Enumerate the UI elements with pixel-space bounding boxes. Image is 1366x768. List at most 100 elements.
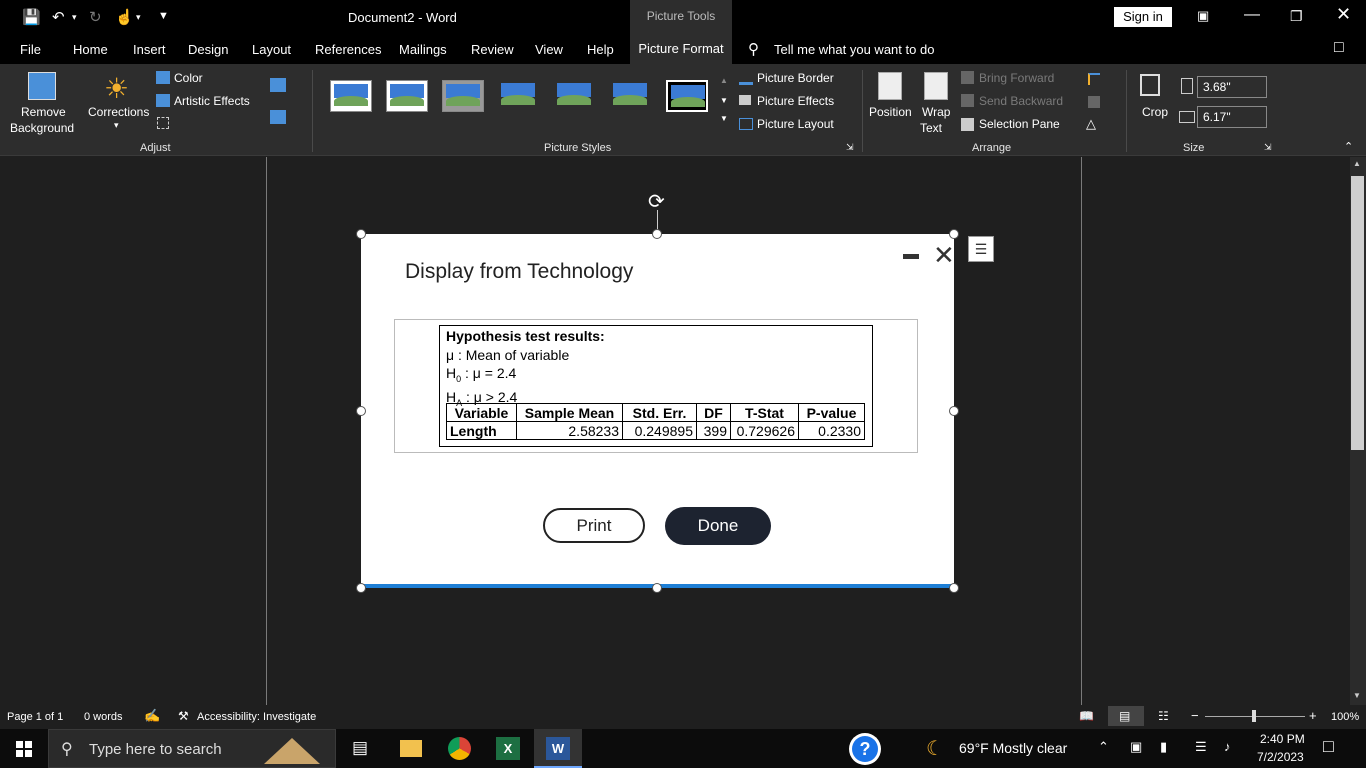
task-view-icon[interactable]: ▤ (352, 738, 368, 758)
customize-quick-access-icon[interactable]: ▼ (158, 10, 169, 22)
help-icon[interactable]: ? (852, 736, 878, 762)
remove-background-label-2: Background (10, 121, 75, 135)
selected-picture[interactable]: Display from Technology ✕ Hypothesis tes… (361, 234, 955, 588)
word-icon[interactable]: W (546, 737, 570, 760)
zoom-slider-thumb[interactable] (1252, 710, 1256, 722)
wrap-text-button[interactable]: Wrap (922, 105, 950, 119)
tab-review[interactable]: Review (471, 42, 514, 57)
resize-handle-top-left[interactable] (356, 229, 366, 239)
taskbar-search[interactable]: ⚲ Type here to search (48, 729, 336, 768)
restore-icon[interactable]: ❐ (1290, 8, 1303, 25)
tab-mailings[interactable]: Mailings (399, 42, 447, 57)
color-button[interactable]: Color (174, 71, 203, 85)
tab-layout[interactable]: Layout (252, 42, 291, 57)
excel-icon[interactable]: X (496, 737, 520, 760)
style-thumb-6[interactable] (610, 80, 652, 112)
show-hidden-icons-icon[interactable]: ⌃ (1098, 739, 1109, 755)
resize-handle-bottom-right[interactable] (949, 583, 959, 593)
selection-pane-button[interactable]: Selection Pane (979, 117, 1060, 131)
scrollbar-thumb[interactable] (1351, 176, 1364, 450)
tell-me-search[interactable]: Tell me what you want to do (774, 42, 934, 57)
file-explorer-icon[interactable] (400, 740, 422, 757)
crop-button[interactable]: Crop (1142, 105, 1168, 119)
pyramids-icon (264, 738, 320, 764)
undo-dropdown-icon[interactable]: ▾ (72, 12, 77, 23)
corrections-button[interactable]: Corrections (88, 105, 149, 119)
picture-effects-button[interactable]: Picture Effects (757, 94, 834, 108)
layout-options-icon[interactable]: ☰ (968, 236, 994, 262)
redo-icon: ↻ (89, 9, 102, 26)
proofing-icon[interactable]: ✍ (144, 708, 160, 724)
volume-icon[interactable]: ♪ (1224, 739, 1231, 754)
accessibility-status[interactable]: Accessibility: Investigate (197, 711, 316, 723)
resize-handle-right[interactable] (949, 406, 959, 416)
undo-icon[interactable]: ↶ (52, 8, 65, 26)
size-launcher-icon[interactable]: ⇲ (1264, 142, 1272, 153)
save-icon[interactable]: 💾 (22, 8, 41, 26)
style-thumb-5[interactable] (554, 80, 596, 112)
clock-date[interactable]: 7/2/2023 (1257, 750, 1304, 764)
weather-icon[interactable]: ☾ (926, 736, 944, 761)
notifications-icon[interactable]: □ (1323, 736, 1334, 757)
battery-icon[interactable]: ▮ (1160, 739, 1167, 755)
zoom-level[interactable]: 100% (1331, 711, 1359, 723)
tab-design[interactable]: Design (188, 42, 228, 57)
minimize-icon[interactable]: — (1244, 6, 1260, 24)
zoom-in-icon[interactable]: + (1309, 708, 1317, 723)
resize-handle-left[interactable] (356, 406, 366, 416)
rotate-icon[interactable]: △ (1086, 116, 1096, 132)
resize-handle-bottom-left[interactable] (356, 583, 366, 593)
picture-border-button[interactable]: Picture Border (757, 71, 834, 85)
chrome-icon[interactable] (448, 737, 471, 760)
meet-now-icon[interactable]: ▣ (1130, 739, 1142, 755)
tab-picture-format[interactable]: Picture Format (630, 34, 732, 64)
gallery-down-icon[interactable]: ▼ (720, 96, 728, 105)
align-icon[interactable] (1088, 73, 1100, 85)
sign-in-button[interactable]: Sign in (1114, 7, 1172, 27)
weather-text[interactable]: 69°F Mostly clear (959, 740, 1067, 756)
resize-handle-top[interactable] (652, 229, 662, 239)
gallery-more-icon[interactable]: ▼ (720, 114, 728, 123)
page-count[interactable]: Page 1 of 1 (7, 711, 63, 723)
height-field[interactable]: 3.68" (1197, 76, 1267, 98)
read-mode-icon[interactable]: 📖 (1079, 709, 1094, 723)
format-picture-launcher-icon[interactable]: ⇲ (846, 142, 854, 153)
tab-file[interactable]: File (20, 42, 41, 57)
tab-view[interactable]: View (535, 42, 563, 57)
position-button[interactable]: Position (869, 105, 912, 119)
tab-help[interactable]: Help (587, 42, 614, 57)
corrections-dropdown-icon[interactable]: ▾ (114, 120, 119, 131)
change-picture-icon[interactable] (270, 110, 286, 124)
scroll-up-icon[interactable]: ▲ (1353, 159, 1361, 168)
tab-home[interactable]: Home (73, 42, 108, 57)
style-thumb-3[interactable] (442, 80, 484, 112)
scroll-down-icon[interactable]: ▼ (1353, 691, 1361, 700)
style-thumb-2[interactable] (386, 80, 428, 112)
style-thumb-4[interactable] (498, 80, 540, 112)
tab-insert[interactable]: Insert (133, 42, 166, 57)
word-count[interactable]: 0 words (84, 711, 123, 723)
touch-dropdown-icon[interactable]: ▾ (136, 12, 141, 23)
comments-icon[interactable]: □ (1334, 39, 1344, 57)
style-thumb-7[interactable] (666, 80, 708, 112)
ribbon-display-options-icon[interactable]: ▣ (1197, 8, 1209, 24)
artistic-effects-button[interactable]: Artistic Effects (174, 94, 250, 108)
width-field[interactable]: 6.17" (1197, 106, 1267, 128)
compress-pictures-icon[interactable] (270, 78, 286, 92)
web-layout-icon[interactable]: ☷ (1158, 709, 1169, 723)
style-thumb-1[interactable] (330, 80, 372, 112)
touch-mode-icon[interactable]: ☝ (115, 8, 134, 26)
picture-layout-button[interactable]: Picture Layout (757, 117, 834, 131)
network-icon[interactable]: ☰ (1195, 739, 1207, 755)
tab-references[interactable]: References (315, 42, 381, 57)
transparency-icon[interactable] (157, 117, 169, 129)
collapse-ribbon-icon[interactable]: ⌃ (1344, 140, 1353, 153)
gallery-up-icon[interactable]: ▲ (720, 76, 728, 85)
windows-start-icon[interactable] (16, 741, 32, 757)
close-icon[interactable]: ✕ (1336, 4, 1351, 25)
resize-handle-bottom[interactable] (652, 583, 662, 593)
resize-handle-top-right[interactable] (949, 229, 959, 239)
zoom-out-icon[interactable]: − (1191, 708, 1199, 723)
remove-background-button[interactable]: Remove (21, 105, 66, 119)
clock-time[interactable]: 2:40 PM (1260, 732, 1305, 746)
